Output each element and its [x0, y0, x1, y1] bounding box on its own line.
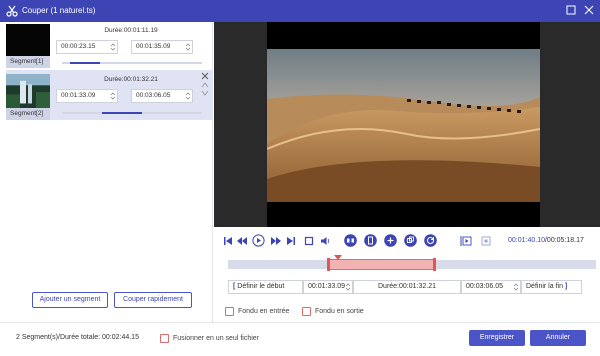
fade-in-checkbox[interactable] — [225, 307, 234, 316]
segment-duration: Durée:00:01:32.21 — [104, 76, 158, 83]
save-button[interactable]: Enregistrer — [469, 330, 525, 346]
quick-split-button[interactable]: Couper rapidement — [114, 292, 192, 308]
set-end-label: Définir la fin — [526, 283, 563, 290]
segment-end-value: 00:03:06.05 — [136, 92, 171, 99]
segment-thumbnail — [6, 24, 50, 58]
close-icon[interactable] — [583, 4, 595, 16]
spinner-icon[interactable] — [513, 282, 519, 292]
timeline-start-handle[interactable] — [327, 258, 330, 271]
desert-scene-image — [267, 49, 540, 202]
trim-duration-value: Durée:00:01:32.21 — [378, 283, 436, 290]
trim-start-field[interactable]: 00:01:33.09 — [303, 280, 353, 294]
segment-thumbnail — [6, 74, 50, 108]
spinner-icon[interactable] — [185, 91, 191, 101]
spinner-icon[interactable] — [110, 42, 116, 52]
stop-icon[interactable] — [303, 235, 315, 247]
fade-out-checkbox[interactable] — [302, 307, 311, 316]
total-time: /00:05:18.17 — [544, 237, 584, 244]
segment-duration: Durée:00:01:11.19 — [104, 27, 158, 34]
title-bar: Couper (1 naturel.ts) — [0, 0, 600, 22]
spinner-icon[interactable] — [110, 91, 116, 101]
segment-summary: 2 Segment(s)/Durée totale: 00:02:44.15 — [16, 334, 139, 341]
segment-item[interactable]: Segment[2] Durée:00:01:32.21 00:01:33.09… — [6, 70, 213, 120]
segment-end-field[interactable]: 00:01:35.09 — [131, 40, 193, 54]
time-readout: 00:01:40.10/00:05:18.17 — [508, 237, 584, 244]
segment-range-fill — [102, 112, 142, 114]
trim-end-value: 00:03:06.05 — [466, 283, 503, 290]
video-frame — [267, 22, 540, 227]
skip-to-start-icon[interactable] — [222, 235, 234, 247]
window-title: Couper (1 naturel.ts) — [22, 6, 96, 15]
segment-range-track — [62, 62, 202, 64]
trim-duration-field: Durée:00:01:32.21 — [353, 280, 461, 294]
goto-end-marker-icon[interactable] — [480, 235, 492, 247]
segment-label: Segment[2] — [6, 108, 50, 120]
split-icon[interactable] — [344, 234, 357, 247]
spinner-icon[interactable] — [345, 282, 351, 292]
play-icon[interactable] — [252, 234, 265, 247]
segment-end-value: 00:01:35.09 — [136, 43, 171, 50]
volume-icon[interactable] — [320, 235, 332, 247]
segment-label: Segment[1] — [6, 56, 50, 68]
timeline-selection[interactable] — [328, 259, 435, 270]
segment-start-value: 00:01:33.09 — [61, 92, 96, 99]
playhead-marker[interactable] — [334, 255, 342, 260]
fade-in-label: Fondu en entrée — [238, 308, 290, 315]
segment-item[interactable]: Segment[1] Durée:00:01:11.19 00:00:23.15… — [6, 22, 213, 68]
segment-range-track — [62, 112, 202, 114]
segment-list-panel: Segment[1] Durée:00:01:11.19 00:00:23.15… — [0, 22, 213, 322]
goto-start-marker-icon[interactable] — [460, 235, 472, 247]
move-down-icon[interactable] — [201, 89, 209, 97]
add-segment-button[interactable]: Ajouter un segment — [32, 292, 108, 308]
duplicate-icon[interactable] — [404, 234, 417, 247]
skip-to-end-icon[interactable] — [285, 235, 297, 247]
segment-range-fill — [70, 62, 100, 64]
move-up-icon[interactable] — [201, 81, 209, 89]
maximize-icon[interactable] — [565, 4, 577, 16]
segment-start-value: 00:00:23.15 — [61, 43, 96, 50]
segment-start-field[interactable]: 00:01:33.09 — [56, 89, 118, 103]
fast-forward-icon[interactable] — [270, 235, 282, 247]
player-controls: 00:01:40.10/00:05:18.17 [ Définir le déb… — [214, 227, 600, 323]
current-time: 00:01:40.10 — [508, 237, 545, 244]
set-start-button[interactable]: [ Définir le début — [228, 280, 303, 294]
set-start-label: Définir le début — [237, 283, 285, 290]
delete-segment-icon[interactable] — [201, 72, 209, 80]
trim-end-field[interactable]: 00:03:06.05 — [461, 280, 521, 294]
segment-start-field[interactable]: 00:00:23.15 — [56, 40, 118, 54]
reset-icon[interactable] — [424, 234, 437, 247]
copy-segment-icon[interactable] — [364, 234, 377, 247]
merge-checkbox[interactable] — [160, 334, 169, 343]
fade-out-label: Fondu en sortie — [315, 308, 364, 315]
bracket-close-icon: ] — [564, 283, 568, 290]
cancel-button[interactable]: Annuler — [530, 330, 586, 346]
bracket-open-icon: [ — [233, 283, 236, 290]
set-end-button[interactable]: Définir la fin ] — [521, 280, 582, 294]
scissors-icon — [6, 5, 18, 17]
timeline-end-handle[interactable] — [433, 258, 436, 271]
spinner-icon[interactable] — [185, 42, 191, 52]
merge-label: Fusionner en un seul fichier — [173, 335, 259, 342]
segment-end-field[interactable]: 00:03:06.05 — [131, 89, 193, 103]
add-segment-icon[interactable] — [384, 234, 397, 247]
trim-start-value: 00:01:33.09 — [308, 283, 345, 290]
rewind-icon[interactable] — [236, 235, 248, 247]
footer-bar: 2 Segment(s)/Durée totale: 00:02:44.15 F… — [0, 322, 600, 356]
video-preview — [214, 22, 600, 227]
